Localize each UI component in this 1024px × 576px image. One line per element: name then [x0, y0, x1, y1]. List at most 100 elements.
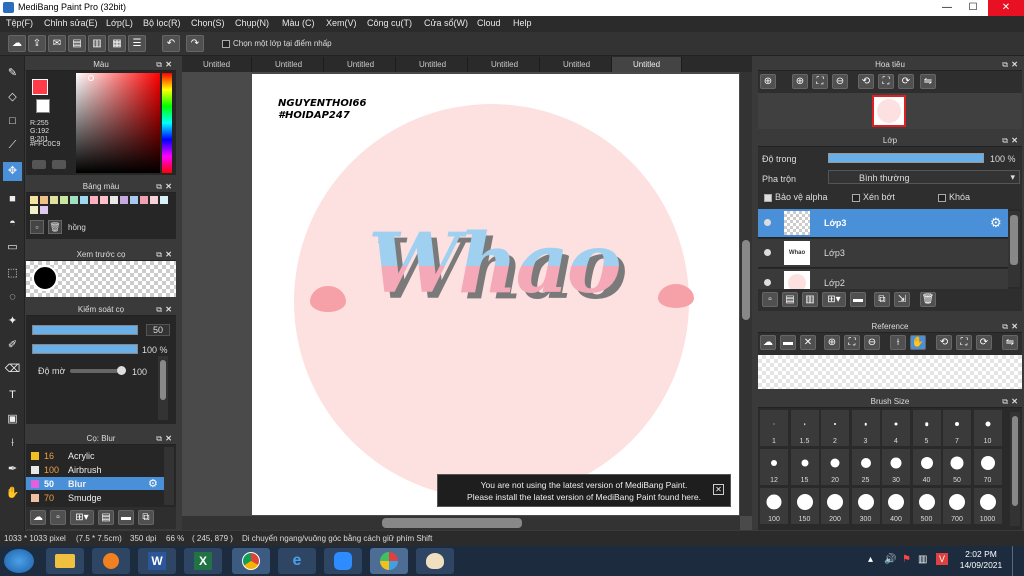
close-panel-icon[interactable]: ✕ — [1011, 395, 1018, 408]
palette-swatch[interactable] — [130, 196, 138, 204]
zoom-in-icon[interactable]: ⊕ — [824, 335, 840, 350]
move-tool-icon[interactable]: ✥ — [3, 162, 22, 181]
paint-icon[interactable] — [416, 548, 454, 574]
protect-alpha-option[interactable]: Bảo vệ alpha — [764, 192, 828, 202]
chrome-icon[interactable] — [232, 548, 270, 574]
rotate-left-icon[interactable]: ⟲ — [858, 74, 874, 89]
brush-size-option[interactable]: 15 — [790, 449, 819, 485]
menu-layer[interactable]: Lớp(L) — [106, 18, 133, 28]
update-notice[interactable]: You are not using the latest version of … — [437, 474, 731, 507]
new-palette-icon[interactable]: ▫ — [30, 220, 44, 234]
main-color-swatch[interactable] — [32, 79, 48, 95]
palette-swatch[interactable] — [60, 196, 68, 204]
sub-color-swatch[interactable] — [36, 99, 50, 113]
zoom-in-icon[interactable]: ⊕ — [760, 74, 776, 89]
media-player-icon[interactable] — [92, 548, 130, 574]
layer-opacity-slider[interactable] — [828, 153, 984, 163]
share-icon[interactable]: ⇪ — [28, 35, 46, 52]
blur-slider-handle[interactable] — [117, 366, 126, 375]
excel-icon[interactable]: X — [184, 548, 222, 574]
gear-icon[interactable]: ⚙ — [148, 477, 158, 490]
vpn-icon[interactable]: V — [936, 553, 948, 565]
layer-row[interactable]: Lớp3 ⚙ — [758, 209, 1008, 238]
brush-size-option[interactable]: 1.5 — [790, 410, 819, 446]
menu-cloud[interactable]: Cloud — [477, 18, 501, 28]
zoom-out-icon[interactable]: ⊖ — [864, 335, 880, 350]
select-layer-checkbox[interactable] — [222, 39, 230, 48]
brush-size-slider[interactable] — [32, 325, 138, 335]
menu-filter[interactable]: Bộ lọc(R) — [143, 18, 181, 28]
close-reference-icon[interactable]: ✕ — [800, 335, 816, 350]
show-desktop-button[interactable] — [1012, 546, 1024, 576]
gear-icon[interactable]: ⚙ — [990, 215, 1002, 231]
text-tool-icon[interactable]: T — [3, 386, 22, 405]
palette-swatch[interactable] — [80, 196, 88, 204]
menu-color[interactable]: Màu (C) — [282, 18, 315, 28]
magic-wand-tool-icon[interactable]: ✦ — [3, 312, 22, 331]
rotate-right-icon[interactable]: ⟳ — [898, 74, 914, 89]
eyedropper-icon[interactable]: ⟊ — [890, 335, 906, 350]
new-layer-icon[interactable]: ▫ — [762, 292, 778, 307]
layer-scrollbar[interactable] — [1008, 211, 1020, 287]
brush-size-option[interactable]: 30 — [882, 449, 910, 485]
cloud-brush-icon[interactable]: ☁ — [30, 510, 46, 525]
visibility-icon[interactable] — [764, 219, 771, 226]
saturation-value-picker[interactable] — [76, 73, 160, 173]
tab-untitled-1[interactable]: Untitled — [182, 57, 252, 72]
page-icon[interactable]: ▥ — [88, 35, 106, 52]
close-panel-icon[interactable]: ✕ — [1011, 134, 1018, 147]
maximize-panel-icon[interactable]: ⧉ — [156, 248, 162, 261]
undo-icon[interactable]: ↶ — [162, 35, 180, 52]
clipping-checkbox[interactable] — [852, 193, 860, 202]
volume-icon[interactable]: 🔊 — [884, 554, 896, 565]
reset-rotation-icon[interactable]: ⛶ — [956, 335, 972, 350]
eyedropper-tool-icon[interactable]: ⟊ — [3, 434, 22, 453]
menu-file[interactable]: Tệp(F) — [6, 18, 33, 28]
tab-untitled-2[interactable]: Untitled — [254, 57, 324, 72]
brush-item[interactable]: 100 Airbrush — [26, 463, 164, 476]
zoom-in-2-icon[interactable]: ⊕ — [792, 74, 808, 89]
folder-icon[interactable]: ▬ — [850, 292, 866, 307]
grid-icon[interactable]: ▦ — [108, 35, 126, 52]
brush-size-scrollbar[interactable] — [1010, 412, 1020, 526]
palette-swatch[interactable] — [150, 196, 158, 204]
lasso-tool-icon[interactable]: ◌ — [3, 288, 22, 307]
maximize-panel-icon[interactable]: ⧉ — [156, 180, 162, 193]
palette-swatch[interactable] — [50, 196, 58, 204]
drawing-paper[interactable]: NGUYENTHOI66 #HOIDAP247 Whao Whao — [252, 74, 739, 515]
open-folder-icon[interactable]: ▬ — [780, 335, 796, 350]
brush-control-scrollbar[interactable] — [158, 356, 168, 420]
new-halftone-layer-icon[interactable]: ▤ — [782, 292, 798, 307]
lock-option[interactable]: Khóa — [938, 192, 970, 202]
maximize-panel-icon[interactable]: ⧉ — [156, 432, 162, 445]
brush-file-icon[interactable]: ▤ — [98, 510, 114, 525]
start-button[interactable] — [4, 549, 34, 573]
brush-size-option[interactable]: 700 — [943, 488, 971, 524]
brush-size-option[interactable]: 7 — [943, 410, 971, 446]
vertical-scroll-thumb[interactable] — [742, 240, 750, 320]
clipping-option[interactable]: Xén bớt — [852, 192, 895, 202]
tab-untitled-3[interactable]: Untitled — [326, 57, 396, 72]
maximize-panel-icon[interactable]: ⧉ — [156, 303, 162, 316]
close-panel-icon[interactable]: ✕ — [1011, 58, 1018, 71]
brush-size-option[interactable]: 12 — [760, 449, 788, 485]
brush-size-option[interactable]: 5 — [912, 410, 941, 446]
color-mode-button[interactable] — [32, 160, 46, 169]
flag-icon[interactable]: ⚑ — [902, 554, 911, 565]
palette-swatch[interactable] — [160, 196, 168, 204]
layer-name[interactable]: Lớp3 — [824, 218, 846, 228]
layer-row[interactable]: Whao Lớp3 — [758, 239, 1008, 268]
copy-brush-icon[interactable]: ⧉ — [138, 510, 154, 525]
palette-swatch[interactable] — [120, 196, 128, 204]
layer-row[interactable]: Lớp2 — [758, 269, 1008, 289]
close-panel-icon[interactable]: ✕ — [165, 432, 172, 445]
cloud-icon[interactable]: ☁ — [760, 335, 776, 350]
lock-checkbox[interactable] — [938, 193, 946, 202]
notice-close-button[interactable]: ✕ — [713, 484, 724, 495]
maximize-panel-icon[interactable]: ⧉ — [156, 58, 162, 71]
select-eraser-tool-icon[interactable]: ⌫ — [3, 360, 22, 379]
protect-alpha-checkbox[interactable] — [764, 193, 772, 202]
close-panel-icon[interactable]: ✕ — [165, 58, 172, 71]
list-icon[interactable]: ☰ — [128, 35, 146, 52]
palette-swatch[interactable] — [30, 206, 38, 214]
